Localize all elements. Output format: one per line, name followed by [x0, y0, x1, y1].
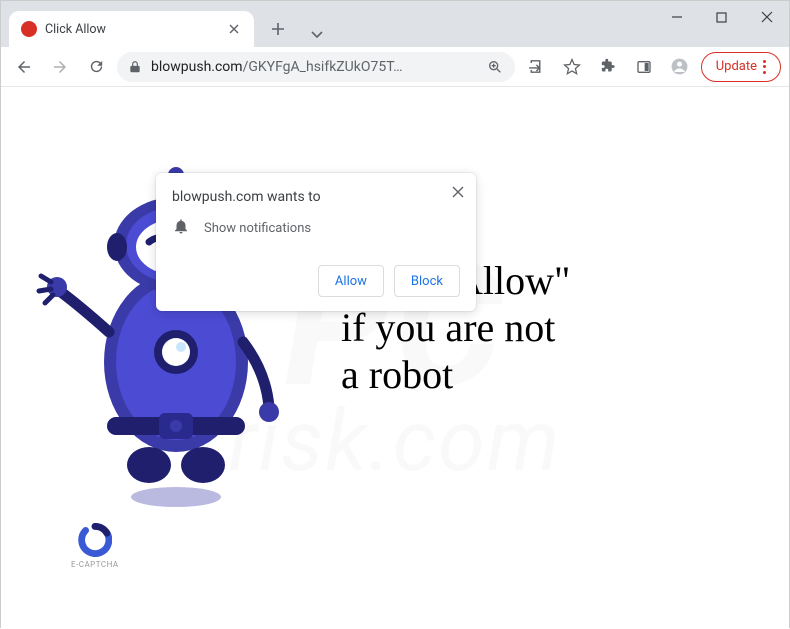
permission-prompt: blowpush.com wants to Show notifications…	[156, 173, 476, 311]
headline-line3: a robot	[341, 351, 570, 398]
headline-line2: if you are not	[341, 304, 570, 351]
block-button[interactable]: Block	[394, 265, 460, 297]
url-domain: blowpush.com	[151, 59, 243, 75]
allow-button[interactable]: Allow	[318, 265, 384, 297]
sidepanel-icon[interactable]	[629, 52, 659, 82]
permission-capability-row: Show notifications	[172, 217, 460, 239]
share-icon[interactable]	[521, 52, 551, 82]
lock-icon	[127, 59, 143, 75]
tab-close-button[interactable]	[226, 21, 242, 37]
ecaptcha-label: E-CAPTCHA	[71, 560, 119, 569]
block-label: Block	[411, 274, 443, 289]
bookmark-icon[interactable]	[557, 52, 587, 82]
address-bar[interactable]: blowpush.com/GKYFgA_hsifkZUkO75T…	[117, 52, 515, 82]
toolbar: blowpush.com/GKYFgA_hsifkZUkO75T… Update	[1, 47, 789, 87]
tab-title: Click Allow	[45, 22, 218, 37]
url-text: blowpush.com/GKYFgA_hsifkZUkO75T…	[151, 59, 477, 75]
permission-close-button[interactable]	[452, 183, 464, 202]
bell-icon	[172, 217, 190, 239]
update-label: Update	[716, 59, 757, 74]
update-button[interactable]: Update	[701, 52, 781, 82]
back-button[interactable]	[9, 52, 39, 82]
page-content: PC risk.com	[1, 87, 789, 629]
forward-button[interactable]	[45, 52, 75, 82]
minimize-button[interactable]	[654, 1, 699, 33]
allow-label: Allow	[335, 274, 367, 289]
profile-icon[interactable]	[665, 52, 695, 82]
titlebar: Click Allow	[1, 1, 789, 47]
favicon-icon	[21, 21, 37, 37]
menu-dots-icon	[763, 60, 766, 74]
tab-search-button[interactable]	[302, 23, 332, 47]
maximize-button[interactable]	[699, 1, 744, 33]
reload-button[interactable]	[81, 52, 111, 82]
zoom-icon[interactable]	[485, 52, 505, 82]
extensions-icon[interactable]	[593, 52, 623, 82]
close-window-button[interactable]	[744, 1, 789, 33]
ecaptcha-badge: E-CAPTCHA	[71, 523, 119, 569]
new-tab-button[interactable]	[264, 15, 292, 43]
ecaptcha-icon	[78, 523, 112, 557]
window-controls	[654, 1, 789, 47]
permission-capability-label: Show notifications	[204, 221, 311, 236]
browser-tab[interactable]: Click Allow	[9, 11, 254, 47]
url-path: /GKYFgA_hsifkZUkO75T…	[243, 59, 403, 75]
permission-title: blowpush.com wants to	[172, 189, 460, 205]
